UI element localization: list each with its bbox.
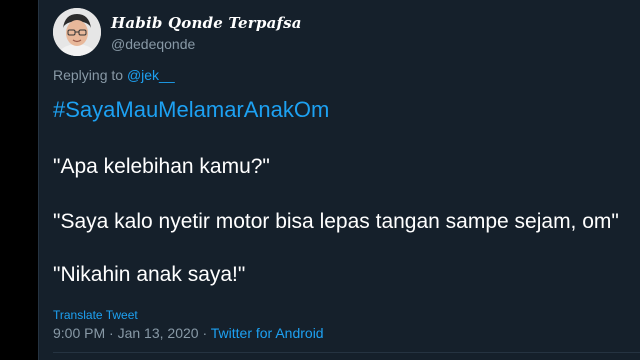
avatar-image xyxy=(53,8,101,56)
tweet-text-line-3: "Nikahin anak saya!" xyxy=(53,263,246,286)
translate-tweet-link[interactable]: Translate Tweet xyxy=(53,308,138,322)
tweet-date[interactable]: Jan 13, 2020 xyxy=(118,325,199,341)
meta-separator: · xyxy=(109,325,114,341)
tweet-text-line-2: "Saya kalo nyetir motor bisa lepas tanga… xyxy=(53,210,619,233)
tweet-metadata: 9:00 PM · Jan 13, 2020 · Twitter for And… xyxy=(53,325,324,341)
tweet-card: Habib Qonde Terpafsa @dedeqonde Replying… xyxy=(38,0,640,360)
tweet-time[interactable]: 9:00 PM xyxy=(53,325,105,341)
replying-to-line: Replying to @jek__ xyxy=(53,67,175,83)
author-handle[interactable]: @dedeqonde xyxy=(111,36,195,52)
tweet-text-line-1: "Apa kelebihan kamu?" xyxy=(53,155,270,178)
reply-mention-link[interactable]: @jek__ xyxy=(127,67,175,83)
meta-separator: · xyxy=(202,325,208,341)
hashtag-link[interactable]: #SayaMauMelamarAnakOm xyxy=(53,97,329,123)
replying-to-label: Replying to xyxy=(53,67,124,83)
divider xyxy=(53,352,640,353)
avatar[interactable] xyxy=(53,8,101,56)
author-display-name[interactable]: Habib Qonde Terpafsa xyxy=(111,14,302,32)
tweet-source-link[interactable]: Twitter for Android xyxy=(211,325,324,341)
